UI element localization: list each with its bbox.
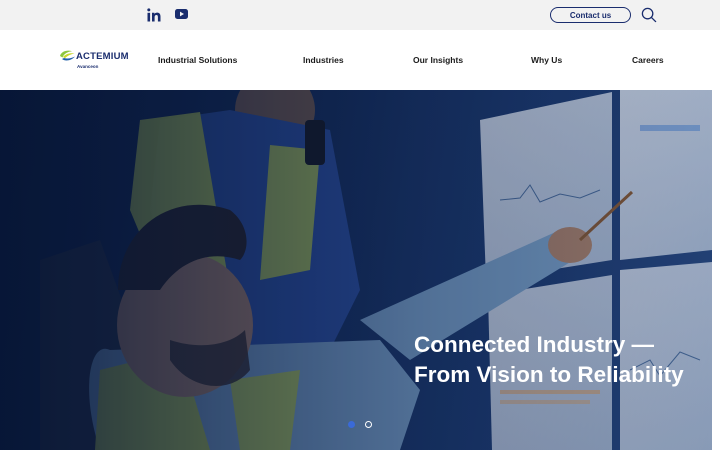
brand-name: ACTEMIUM (76, 51, 129, 62)
logo-mark-icon (60, 50, 75, 61)
hero-title-line-1: Connected Industry — (414, 332, 655, 357)
carousel-pagination (348, 421, 372, 428)
main-navigation: ACTEMIUM Avanceon Industrial Solutions I… (0, 30, 720, 90)
nav-item-why-us[interactable]: Why Us (531, 55, 562, 65)
nav-item-our-insights[interactable]: Our Insights (413, 55, 463, 65)
nav-item-industrial-solutions[interactable]: Industrial Solutions (158, 55, 237, 65)
carousel-dot-1[interactable] (348, 421, 355, 428)
hero-banner: Connected Industry — From Vision to Reli… (0, 90, 712, 450)
actemium-logo[interactable]: ACTEMIUM Avanceon (59, 48, 137, 72)
brand-tagline: Avanceon (77, 64, 99, 69)
top-utility-bar: Contact us (0, 0, 720, 30)
youtube-icon[interactable] (174, 7, 188, 21)
scrollbar-gutter (712, 90, 720, 450)
nav-item-careers[interactable]: Careers (632, 55, 664, 65)
hero-image (0, 90, 712, 450)
contact-us-button[interactable]: Contact us (550, 7, 631, 23)
linkedin-icon[interactable] (146, 7, 162, 23)
carousel-dot-2[interactable] (365, 421, 372, 428)
hero-title: Connected Industry — From Vision to Reli… (414, 330, 704, 390)
nav-item-industries[interactable]: Industries (303, 55, 344, 65)
search-icon[interactable] (641, 7, 657, 23)
hero-title-line-2: From Vision to Reliability (414, 362, 684, 387)
